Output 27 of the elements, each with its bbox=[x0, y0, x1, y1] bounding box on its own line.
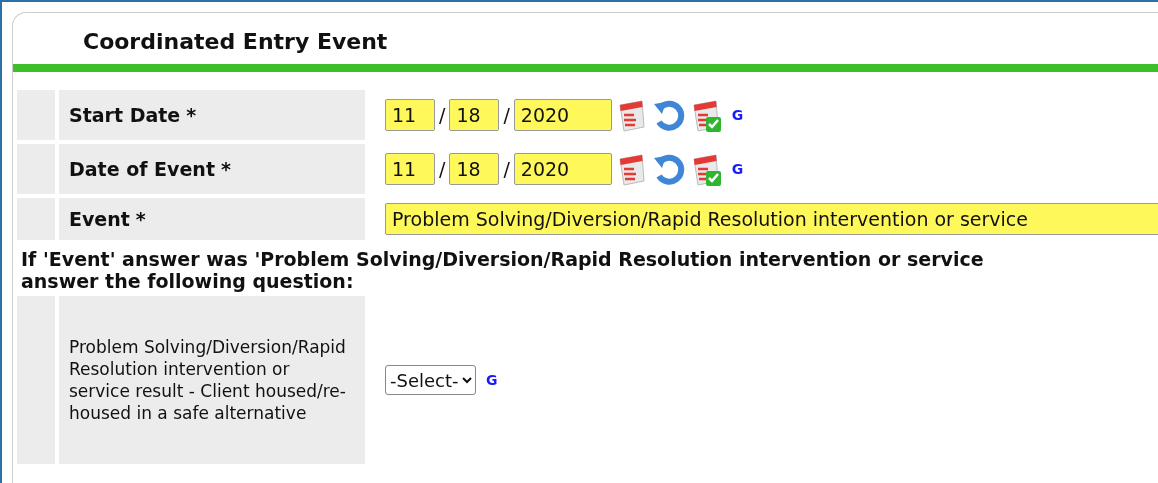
question-label: Problem Solving/Diversion/Rapid Resolution intervention or service result - Client housed/re-housed in a safe alternative bbox=[69, 335, 347, 425]
required-mark: * bbox=[135, 206, 146, 232]
field-label: Start Date bbox=[69, 102, 181, 128]
date-separator: / bbox=[439, 158, 446, 180]
event-field[interactable]: Problem Solving/Diversion/Rapid Resolution intervention or service bbox=[385, 203, 1158, 235]
select-dropdown[interactable]: -Select- bbox=[385, 365, 476, 395]
instruction-text: answer the following question: bbox=[21, 270, 355, 292]
required-mark: * bbox=[186, 102, 197, 128]
g-link[interactable]: G bbox=[731, 107, 744, 123]
date-separator: / bbox=[503, 104, 510, 126]
panel-title: Coordinated Entry Event bbox=[82, 28, 389, 56]
date-separator: / bbox=[503, 158, 510, 180]
instruction-text: If 'Event' answer was 'Problem Solving/Diversion/Rapid Resolution intervention or service bbox=[21, 248, 985, 270]
month-field[interactable]: 11 bbox=[385, 153, 435, 185]
day-field[interactable]: 18 bbox=[449, 153, 500, 185]
field-label: Date of Event bbox=[69, 156, 215, 182]
g-link[interactable]: G bbox=[731, 161, 744, 177]
g-link[interactable]: G bbox=[486, 372, 498, 388]
year-field[interactable]: 2020 bbox=[513, 99, 612, 131]
required-mark: * bbox=[221, 156, 231, 182]
date-separator: / bbox=[439, 104, 446, 126]
day-field[interactable]: 18 bbox=[449, 99, 500, 131]
refresh-icon[interactable] bbox=[651, 98, 686, 132]
field-label: Event bbox=[69, 206, 130, 232]
year-field[interactable]: 2020 bbox=[513, 153, 612, 185]
month-field[interactable]: 11 bbox=[385, 99, 435, 131]
refresh-icon[interactable] bbox=[651, 152, 686, 186]
